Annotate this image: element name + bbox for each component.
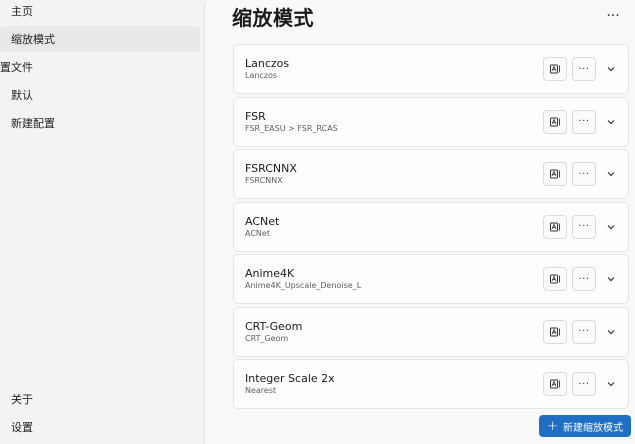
mode-title: CRT-Geom [245,319,303,333]
mode-more-button[interactable]: ··· [572,319,596,344]
expand-button[interactable] [603,271,619,287]
mode-more-button[interactable]: ··· [572,372,596,396]
expand-button[interactable] [603,61,619,77]
mode-card[interactable]: FSRCNNX FSRCNNX ··· [233,149,629,199]
mode-card[interactable]: CRT-Geom CRT_Geom ··· [233,306,629,357]
sidebar-item-about[interactable]: 关于 [0,386,200,412]
mode-subtitle: Lanczos [245,71,278,80]
mode-more-button[interactable]: ··· [572,57,596,81]
rename-button[interactable] [543,109,567,134]
sidebar: 主页 缩放模式 置文件 默认 新建配置 关于 设置 [0,0,204,444]
sidebar-item-label: 主页 [11,5,33,18]
sidebar-item-label: 关于 [11,393,33,406]
rename-icon [550,327,560,336]
rename-button[interactable] [543,162,567,186]
mode-title: Integer Scale 2x [245,372,335,385]
mode-title: FSRCNNX [245,162,297,175]
sidebar-item-settings[interactable]: 设置 [0,414,200,440]
mode-more-button[interactable]: ··· [572,162,596,186]
rename-button[interactable] [543,214,567,239]
chevron-down-icon [607,329,615,334]
expand-button[interactable] [603,114,619,130]
mode-title: Lanczos [245,57,290,70]
rename-icon [550,274,560,284]
chevron-down-icon [607,119,615,124]
mode-subtitle: Anime4K_Upscale_Denoise_L [245,281,362,290]
sidebar-item-label: 默认 [11,89,33,102]
mode-card[interactable]: FSR FSR_EASU > FSR_RCAS ··· [233,96,629,147]
mode-subtitle: ACNet [245,228,270,238]
page-title: 缩放模式 [232,6,314,30]
mode-more-button[interactable]: ··· [572,214,596,239]
sidebar-item-home[interactable]: 主页 [0,0,200,24]
expand-button[interactable] [603,324,619,340]
sidebar-item-label: 新建配置 [11,117,55,130]
chevron-down-icon [607,382,615,387]
sidebar-item-label: 缩放模式 [11,33,55,46]
mode-subtitle: CRT_Geom [245,333,289,343]
new-scaling-mode-label: 新建缩放模式 [562,422,623,434]
mode-subtitle: FSR_EASU > FSR_RCAS [245,123,338,133]
mode-subtitle: Nearest [245,386,277,395]
rename-icon [550,117,560,126]
plus-icon: + [547,418,558,434]
sidebar-item-default[interactable]: 默认 [0,82,200,108]
mode-title: ACNet [245,214,280,228]
page-more-button[interactable]: ··· [601,6,625,26]
rename-icon [550,222,560,231]
mode-subtitle: FSRCNNX [245,176,283,185]
expand-button[interactable] [603,376,619,392]
chevron-down-icon [607,277,615,282]
chevron-down-icon [607,172,615,177]
rename-icon [550,169,560,179]
rename-icon [550,64,560,74]
mode-card[interactable]: Anime4K Anime4K_Upscale_Denoise_L ··· [233,254,629,304]
sidebar-item-profiles[interactable]: 置文件 [0,54,200,80]
new-scaling-mode-button[interactable]: + 新建缩放模式 [539,415,631,437]
sidebar-item-new-profile[interactable]: 新建配置 [0,110,200,136]
sidebar-item-label: 置文件 [0,61,33,74]
chevron-down-icon [607,67,615,72]
main-panel: 缩放模式 ··· Lanczos Lanczos ··· FSR FSR_EAS… [204,0,635,444]
mode-title: FSR [245,109,266,123]
mode-card[interactable]: Lanczos Lanczos ··· [233,44,629,94]
rename-button[interactable] [543,319,567,344]
rename-button[interactable] [543,57,567,81]
rename-button[interactable] [543,267,567,291]
sidebar-item-scaling-modes[interactable]: 缩放模式 [0,26,200,52]
mode-title: Anime4K [245,267,295,280]
mode-more-button[interactable]: ··· [572,109,596,134]
rename-icon [550,379,560,389]
mode-more-button[interactable]: ··· [572,267,596,291]
mode-card[interactable]: Integer Scale 2x Nearest ··· [233,359,629,409]
expand-button[interactable] [603,166,619,182]
expand-button[interactable] [603,219,619,235]
rename-button[interactable] [543,372,567,396]
chevron-down-icon [607,224,615,229]
mode-card[interactable]: ACNet ACNet ··· [233,201,629,252]
sidebar-item-label: 设置 [11,421,33,434]
